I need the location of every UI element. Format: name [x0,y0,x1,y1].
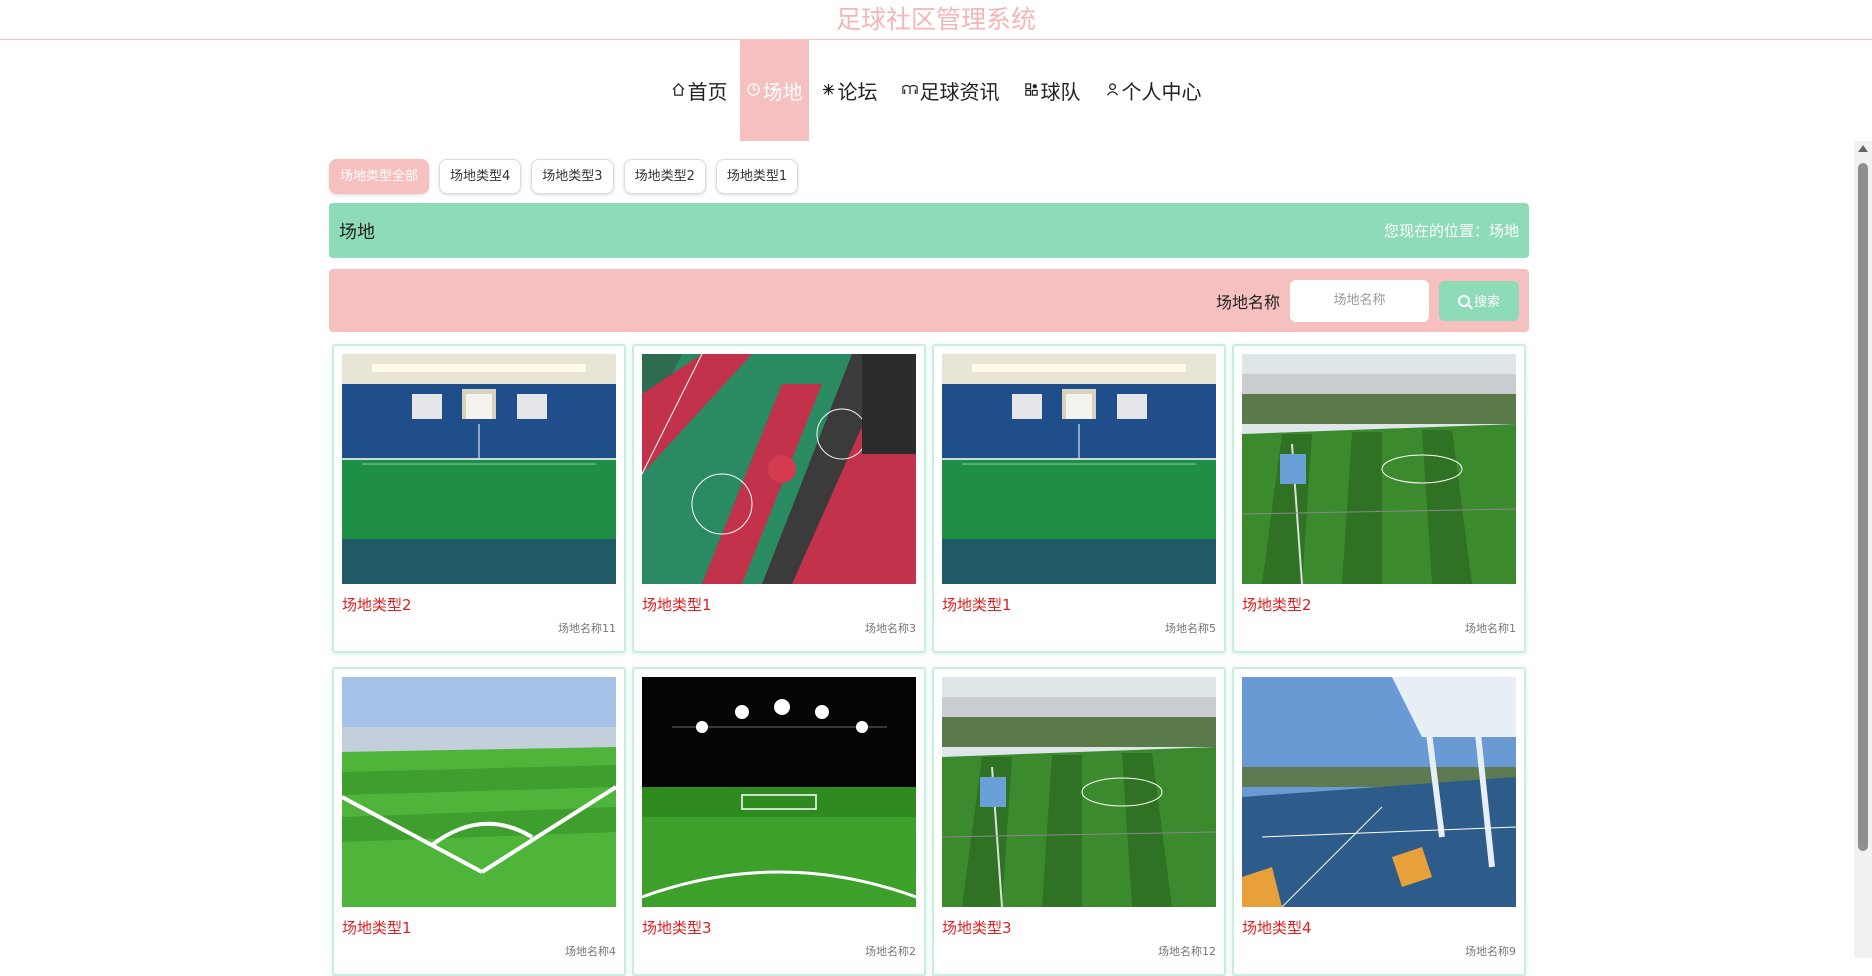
page-title: 场地 [339,221,375,243]
filter-tag-all[interactable]: 场地类型全部 [329,159,430,194]
user-icon [1105,82,1120,100]
filter-tag-type3[interactable]: 场地类型3 [531,159,614,194]
venue-card[interactable]: 场地类型1 场地名称5 [932,344,1226,653]
venue-image [642,354,916,584]
venue-image [1242,354,1516,584]
search-button-label: 搜索 [1473,295,1500,310]
venue-type: 场地类型1 [342,919,412,937]
venue-type: 场地类型3 [942,919,1012,937]
nav-item-home[interactable]: 首页 [659,40,740,141]
venue-image [942,677,1216,907]
venue-image [342,354,616,584]
nav-item-news[interactable]: 足球资讯 [890,40,1012,141]
venue-image [1242,677,1516,907]
search-input[interactable] [1290,279,1429,322]
venue-name: 场地名称3 [865,622,916,635]
venue-name: 场地名称11 [558,622,616,635]
nav-item-label: 论坛 [837,80,878,104]
page-scrollbar[interactable] [1854,141,1872,958]
nav-item-profile[interactable]: 个人中心 [1093,40,1214,141]
venue-card[interactable]: 场地类型1 场地名称3 [632,344,926,653]
nav-item-label: 首页 [687,80,728,104]
venue-type: 场地类型2 [1242,596,1312,614]
venue-grid: 场地类型2 场地名称11 场地类型1 场地名称3 场地类型1 场地名称5 场地类… [332,344,1528,976]
scrollbar-thumb[interactable] [1858,163,1868,851]
venue-card[interactable]: 场地类型2 场地名称11 [332,344,626,653]
search-label: 场地名称 [1215,292,1280,312]
venue-type: 场地类型1 [942,596,1012,614]
venue-type: 场地类型4 [1242,919,1312,937]
filter-tag-type1[interactable]: 场地类型1 [715,159,799,194]
venue-card[interactable]: 场地类型1 场地名称4 [332,667,626,976]
book-icon [901,82,918,100]
venue-name: 场地名称2 [865,945,916,958]
venue-image [342,677,616,907]
search-icon [1457,294,1470,307]
nav-item-venue[interactable]: 场地 [739,40,809,141]
main-nav: 首页 场地 论坛 足球资讯 球队 个人中心 [0,40,1872,141]
grid-icon [1024,82,1039,100]
venue-card[interactable]: 场地类型3 场地名称12 [932,667,1226,976]
venue-name: 场地名称5 [1165,622,1216,635]
current-location: 您现在的位置：场地 [1383,222,1519,240]
venue-name: 场地名称4 [565,945,616,958]
clock-icon [746,82,761,100]
venue-type-filter: 场地类型全部 场地类型4 场地类型3 场地类型2 场地类型1 [329,159,799,194]
search-bar: 场地名称 搜索 [329,269,1529,332]
search-button[interactable]: 搜索 [1439,280,1519,321]
nav-item-team[interactable]: 球队 [1012,40,1093,141]
breadcrumb: 场地 您现在的位置：场地 [329,203,1529,258]
home-icon [671,82,686,100]
nav-item-forum[interactable]: 论坛 [809,40,890,141]
venue-name: 场地名称9 [1465,945,1516,958]
nav-item-label: 场地 [762,80,803,104]
venue-type: 场地类型2 [342,596,412,614]
venue-type: 场地类型1 [642,596,712,614]
scroll-up-icon[interactable] [1858,145,1868,152]
app-title: 足球社区管理系统 [0,0,1872,40]
nav-item-label: 足球资讯 [919,80,1000,104]
venue-image [642,677,916,907]
nav-item-label: 个人中心 [1121,80,1202,104]
snowflake-icon [821,82,836,100]
nav-item-label: 球队 [1040,80,1081,104]
venue-type: 场地类型3 [642,919,712,937]
venue-card[interactable]: 场地类型4 场地名称9 [1232,667,1526,976]
venue-image [942,354,1216,584]
venue-name: 场地名称12 [1158,945,1216,958]
venue-name: 场地名称1 [1465,622,1516,635]
filter-tag-type2[interactable]: 场地类型2 [623,159,706,194]
venue-card[interactable]: 场地类型3 场地名称2 [632,667,926,976]
venue-card[interactable]: 场地类型2 场地名称1 [1232,344,1526,653]
filter-tag-type4[interactable]: 场地类型4 [439,159,522,194]
